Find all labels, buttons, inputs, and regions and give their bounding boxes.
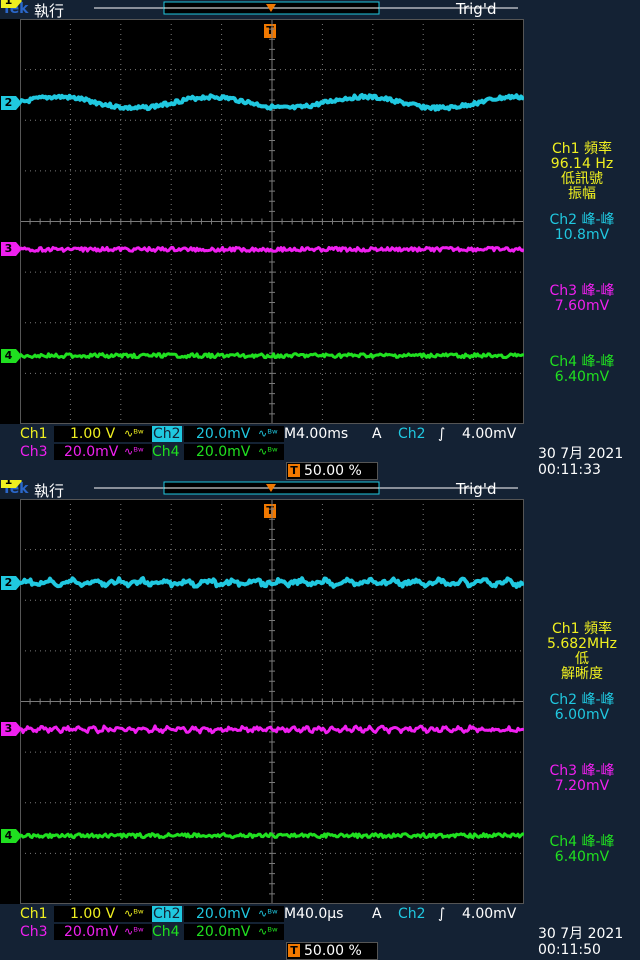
ch4-peak-peak-measurement: Ch4 峰-峰 6.40mV <box>526 355 638 385</box>
meas-value: 7.60mV <box>554 298 610 314</box>
meas-label: Ch3 峰-峰 <box>549 283 615 299</box>
ch3-coupling-icon: ∿ᴮʷ <box>124 925 144 938</box>
meas-value: 6.40mV <box>554 369 610 385</box>
meas-warning: 低 <box>575 651 589 667</box>
ch4-marker[interactable]: 4 <box>1 348 22 363</box>
trigger-position-icon <box>266 4 276 12</box>
ch3-coupling-icon: ∿ᴮʷ <box>124 445 144 458</box>
date: 30 7月 2021 <box>538 926 624 942</box>
ch1-frequency-measurement: Ch1 頻率 5.682MHz 低 解晰度 <box>526 622 638 682</box>
date: 30 7月 2021 <box>538 446 624 462</box>
record-view-bar <box>94 481 518 495</box>
ch2-scale: 20.0mV <box>196 426 251 442</box>
ch3-peak-peak-measurement: Ch3 峰-峰 7.20mV <box>526 764 638 794</box>
ch1-label: Ch1 <box>20 906 48 922</box>
acquisition-indicator: A <box>372 906 382 922</box>
acquisition-mode: 執行 <box>34 2 65 20</box>
ch4-scale: 20.0mV <box>196 444 251 460</box>
ch4-scale: 20.0mV <box>196 924 251 940</box>
ch1-coupling-icon: ∿ᴮʷ <box>124 427 144 440</box>
meas-value: 10.8mV <box>554 227 610 243</box>
scope-screen-2: Tek 執行 Trig'd T 1 2 3 4 Ch1 頻率 5.682MHz … <box>0 480 640 960</box>
trigger-position: 50.00 % <box>304 463 362 479</box>
meas-label: Ch2 峰-峰 <box>549 212 615 228</box>
ch2-marker[interactable]: 2 <box>1 575 22 590</box>
ch2-label: Ch2 <box>152 426 182 442</box>
ch3-marker[interactable]: 3 <box>1 722 22 737</box>
trigger-icon: T <box>288 464 300 477</box>
ch1-frequency-measurement: Ch1 頻率 96.14 Hz 低訊號 振幅 <box>526 142 638 202</box>
trigger-position: 50.00 % <box>304 943 362 959</box>
meas-warning: 解晰度 <box>561 666 603 682</box>
meas-label: Ch1 頻率 <box>551 141 612 157</box>
ch2-peak-peak-measurement: Ch2 峰-峰 10.8mV <box>526 213 638 243</box>
ch3-peak-peak-measurement: Ch3 峰-峰 7.60mV <box>526 284 638 314</box>
meas-warning: 振幅 <box>568 186 596 202</box>
ch1-label: Ch1 <box>20 426 48 442</box>
ch2-marker[interactable]: 2 <box>1 95 22 110</box>
ch4-coupling-icon: ∿ᴮʷ <box>258 925 278 938</box>
ch2-coupling-icon: ∿ᴮʷ <box>258 427 278 440</box>
timebase[interactable]: M40.0µs <box>284 906 343 922</box>
ch4-label: Ch4 <box>152 444 180 460</box>
meas-label: Ch3 峰-峰 <box>549 763 615 779</box>
trigger-position-box[interactable]: T 50.00 % <box>286 462 378 480</box>
ch2-scale: 20.0mV <box>196 906 251 922</box>
acquisition-indicator: A <box>372 426 382 442</box>
ch2-peak-peak-measurement: Ch2 峰-峰 6.00mV <box>526 693 638 723</box>
trigger-icon: T <box>288 944 300 957</box>
ch4-label: Ch4 <box>152 924 180 940</box>
record-view-bar <box>94 1 518 15</box>
ch1-marker[interactable]: 1 <box>1 0 22 9</box>
ch4-coupling-icon: ∿ᴮʷ <box>258 445 278 458</box>
meas-label: Ch4 峰-峰 <box>549 834 615 850</box>
meas-label: Ch2 峰-峰 <box>549 692 615 708</box>
ch3-scale: 20.0mV <box>64 444 119 460</box>
ch1-marker[interactable]: 1 <box>1 480 22 489</box>
trigger-slope-icon: ∫ <box>438 906 446 922</box>
ch4-waveform <box>20 352 524 360</box>
meas-value: 6.00mV <box>554 707 610 723</box>
ch3-scale: 20.0mV <box>64 924 119 940</box>
ch2-coupling-icon: ∿ᴮʷ <box>258 907 278 920</box>
ch4-marker[interactable]: 4 <box>1 828 22 843</box>
timebase[interactable]: M4.00ms <box>284 426 348 442</box>
ch3-label: Ch3 <box>20 444 48 460</box>
meas-value: 6.40mV <box>554 849 610 865</box>
ch2-label: Ch2 <box>152 906 182 922</box>
ch1-coupling-icon: ∿ᴮʷ <box>124 907 144 920</box>
ch3-label: Ch3 <box>20 924 48 940</box>
time: 00:11:33 <box>538 462 601 478</box>
trigger-level[interactable]: 4.00mV <box>462 426 516 442</box>
ch3-marker[interactable]: 3 <box>1 242 22 257</box>
trigger-source: Ch2 <box>398 426 426 442</box>
meas-value: 96.14 Hz <box>550 156 614 172</box>
trigger-source: Ch2 <box>398 906 426 922</box>
ch4-peak-peak-measurement: Ch4 峰-峰 6.40mV <box>526 835 638 865</box>
meas-value: 7.20mV <box>554 778 610 794</box>
trigger-position-icon <box>266 484 276 492</box>
trigger-level[interactable]: 4.00mV <box>462 906 516 922</box>
trigger-position-box[interactable]: T 50.00 % <box>286 942 378 960</box>
meas-warning: 低訊號 <box>561 171 603 187</box>
ch1-scale: 1.00 V <box>70 906 116 922</box>
acquisition-mode: 執行 <box>34 482 65 500</box>
graticule <box>20 499 524 904</box>
trigger-slope-icon: ∫ <box>438 426 446 442</box>
meas-value: 5.682MHz <box>546 636 618 652</box>
scope-screen-1: Tek 執行 Trig'd T 1 2 3 4 Ch1 頻率 96.14 Hz … <box>0 0 640 480</box>
ch1-scale: 1.00 V <box>70 426 116 442</box>
meas-label: Ch1 頻率 <box>551 621 612 637</box>
time: 00:11:50 <box>538 942 601 958</box>
graticule <box>20 19 524 424</box>
meas-label: Ch4 峰-峰 <box>549 354 615 370</box>
